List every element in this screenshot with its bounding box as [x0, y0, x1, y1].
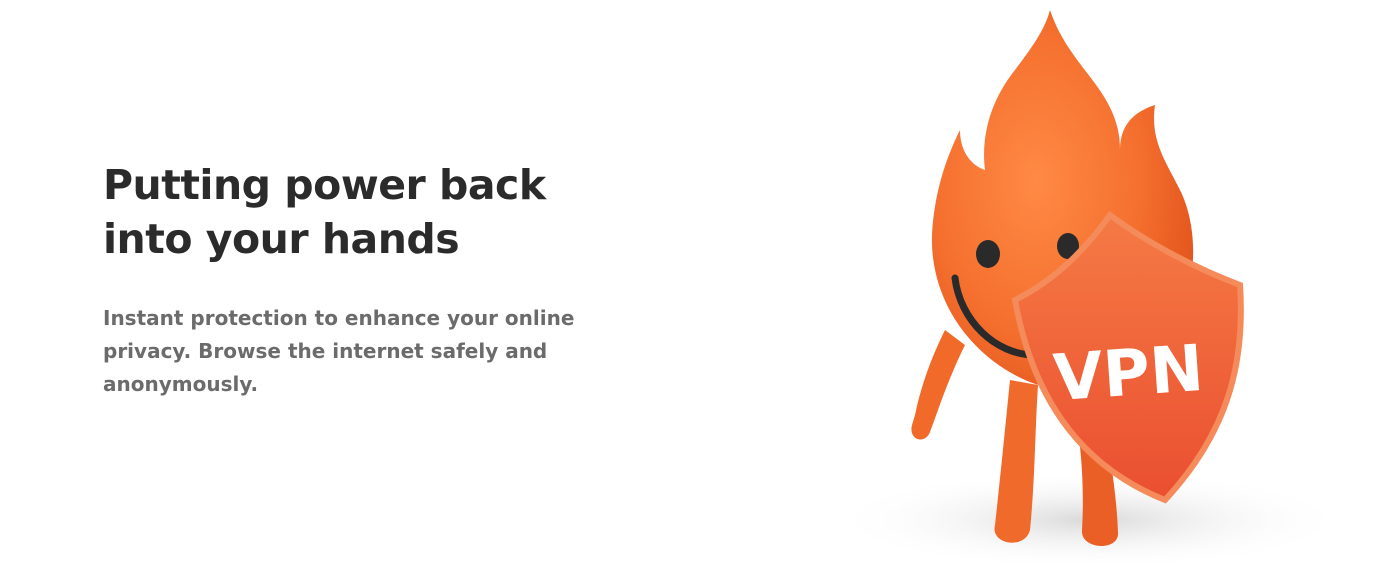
- vpn-mascot-illustration: VPN: [820, 0, 1380, 575]
- hero-subtext: Instant protection to enhance your onlin…: [103, 302, 603, 401]
- flame-mascot-icon: VPN: [830, 10, 1350, 570]
- hero-headline-line-2: into your hands: [103, 215, 460, 263]
- hero-text-block: Putting power back into your hands Insta…: [103, 158, 623, 401]
- vpn-shield-label: VPN: [1051, 332, 1206, 416]
- hero-headline: Putting power back into your hands: [103, 158, 623, 266]
- hero-section: Putting power back into your hands Insta…: [0, 0, 1400, 575]
- hero-subtext-line-2: privacy. Browse the internet safely and: [103, 339, 548, 363]
- hero-subtext-line-1: Instant protection to enhance your onlin…: [103, 306, 575, 330]
- mascot-left-eye: [976, 240, 1000, 268]
- hero-headline-line-1: Putting power back: [103, 161, 546, 209]
- hero-subtext-line-3: anonymously.: [103, 372, 259, 396]
- flame-left-arm: [911, 330, 965, 440]
